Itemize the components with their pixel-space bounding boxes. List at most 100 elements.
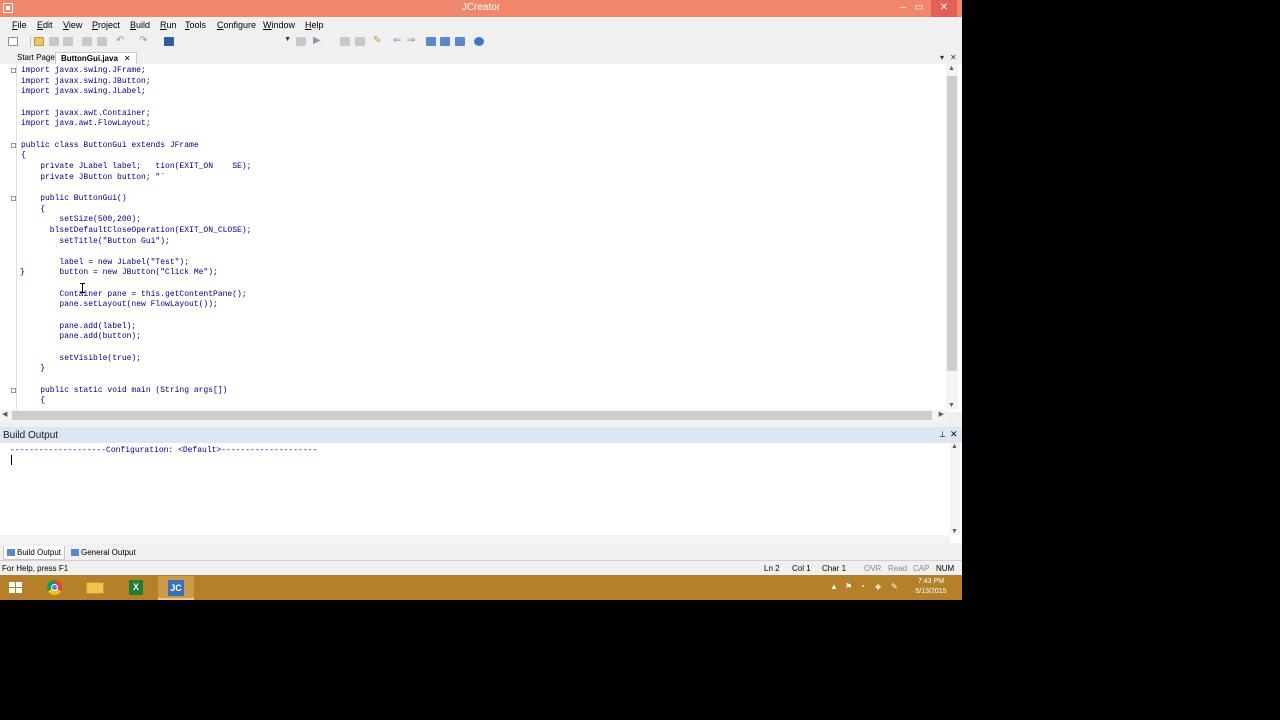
scroll-thumb[interactable] — [947, 76, 957, 371]
menu-tools[interactable]: Tools — [185, 20, 206, 30]
text-caret — [11, 455, 12, 465]
scroll-up-icon[interactable]: ▲ — [948, 65, 955, 72]
open-folder-icon[interactable] — [34, 37, 44, 46]
tab-general-output[interactable]: General Output — [68, 546, 139, 559]
find-in-files-icon[interactable] — [296, 37, 306, 46]
windows-logo-icon — [9, 582, 23, 594]
build-output-header: Build Output ⊥ ✕ — [0, 427, 962, 443]
back-icon[interactable]: ⇐ — [393, 35, 405, 46]
help-icon[interactable] — [474, 37, 484, 46]
tab-label: ButtonGui.java — [61, 54, 118, 63]
start-button[interactable] — [0, 576, 36, 600]
menu-configure[interactable]: Configure — [217, 20, 256, 30]
flag-icon[interactable]: ⚑ — [845, 582, 852, 591]
scroll-down-icon[interactable]: ▼ — [951, 528, 958, 535]
scroll-up-icon[interactable]: ▲ — [951, 443, 958, 450]
pin-icon[interactable]: ⊥ — [939, 430, 946, 439]
save-all-icon[interactable] — [63, 37, 73, 46]
taskbar-file-explorer[interactable] — [77, 576, 113, 600]
menu-bar: File Edit View Project Build Run Tools C… — [0, 17, 962, 32]
scroll-left-icon[interactable]: ◀ — [2, 410, 7, 418]
status-read: Read — [888, 564, 908, 573]
taskbar-chrome[interactable] — [37, 576, 73, 600]
status-cap: CAP — [913, 564, 930, 573]
menu-view[interactable]: View — [63, 20, 82, 30]
status-column: Col 1 — [792, 564, 811, 573]
close-window-button[interactable]: ✕ — [931, 0, 957, 17]
title-bar: JCreator – ▭ ✕ — [0, 0, 962, 17]
status-num: NUM — [936, 564, 955, 573]
code-editor[interactable]: import javax.swing.JFrame; import javax.… — [0, 64, 962, 412]
clock-date: 5/13/2015 — [915, 588, 947, 595]
clock-time: 7:43 PM — [917, 578, 945, 585]
editor-horizontal-scrollbar[interactable]: ◀ ▶ — [0, 410, 946, 422]
package-view-icon[interactable] — [440, 37, 450, 46]
taskbar-excel[interactable]: X — [118, 576, 154, 600]
status-line: Ln 2 — [764, 564, 780, 573]
close-icon[interactable]: ✕ — [124, 54, 131, 63]
find-icon[interactable] — [164, 37, 174, 46]
copy-icon[interactable] — [97, 37, 107, 46]
status-ovr: OVR — [864, 564, 882, 573]
class-view-icon[interactable] — [455, 37, 465, 46]
search-combo[interactable]: ▼ — [178, 36, 292, 47]
menu-build[interactable]: Build — [130, 20, 150, 30]
taskbar-jcreator[interactable]: JC — [158, 576, 194, 600]
status-help-text: For Help, press F1 — [2, 564, 69, 573]
new-file-icon[interactable] — [8, 37, 18, 46]
chevron-down-icon[interactable]: ▼ — [284, 36, 291, 43]
fold-toggle-icon[interactable] — [11, 196, 16, 201]
tab-list-icon[interactable]: ▾ — [940, 53, 944, 62]
undo-icon[interactable]: ↶ — [116, 35, 128, 46]
code-text[interactable]: import javax.swing.JFrame; import javax.… — [21, 66, 251, 407]
scroll-right-icon[interactable]: ▶ — [939, 410, 944, 418]
build-output-text: --------------------Configuration: <Defa… — [10, 446, 318, 455]
forward-icon[interactable]: ⇒ — [407, 35, 419, 46]
output-vertical-scrollbar[interactable]: ▲ ▼ — [950, 443, 960, 535]
window-title: JCreator — [461, 2, 501, 13]
editor-tab-strip: Start Page ButtonGui.java ✕ ▾ ✕ — [0, 51, 962, 65]
show-hidden-icon[interactable]: ▲ — [830, 582, 838, 591]
tab-start-page[interactable]: Start Page — [12, 52, 60, 64]
status-bar: For Help, press F1 Ln 2 Col 1 Char 1 OVR… — [0, 560, 962, 575]
scroll-thumb[interactable] — [12, 411, 932, 420]
network-icon[interactable]: ◔ — [860, 582, 865, 591]
folder-icon — [86, 582, 104, 594]
taskbar-clock[interactable]: 7:43 PM 5/13/2015 — [908, 577, 954, 597]
output-horizontal-scrollbar[interactable] — [0, 535, 950, 543]
compile-icon[interactable] — [340, 37, 350, 46]
menu-project[interactable]: Project — [92, 20, 120, 30]
maximize-button[interactable]: ▭ — [909, 0, 929, 17]
file-view-icon[interactable] — [426, 37, 436, 46]
fold-toggle-icon[interactable] — [11, 143, 16, 148]
jcreator-icon: JC — [168, 580, 184, 596]
chrome-icon — [47, 580, 62, 595]
output-tab-strip: Build Output General Output — [0, 544, 962, 560]
status-char: Char 1 — [822, 564, 847, 573]
toolbar-separator — [30, 37, 31, 47]
scroll-down-icon[interactable]: ▼ — [948, 402, 955, 409]
build-project-icon[interactable] — [355, 37, 365, 46]
text-cursor-icon — [80, 283, 85, 293]
close-icon[interactable]: ✕ — [950, 429, 958, 440]
build-output-panel[interactable]: --------------------Configuration: <Defa… — [0, 443, 962, 543]
menu-edit[interactable]: Edit — [37, 20, 53, 30]
jcreator-window: JCreator – ▭ ✕ File Edit View Project Bu… — [0, 0, 962, 600]
wand-icon[interactable]: ✎ — [373, 35, 385, 46]
menu-help[interactable]: Help — [305, 20, 324, 30]
fold-toggle-icon[interactable] — [11, 388, 16, 393]
save-icon[interactable] — [49, 37, 59, 46]
fold-toggle-icon[interactable] — [11, 68, 16, 73]
volume-icon[interactable]: ◈ — [875, 582, 881, 591]
menu-file[interactable]: File — [12, 20, 27, 30]
editor-vertical-scrollbar[interactable]: ▲ ▼ — [946, 64, 958, 410]
redo-icon[interactable]: ↷ — [139, 35, 151, 46]
pen-icon[interactable]: ✎ — [891, 582, 898, 591]
menu-run[interactable]: Run — [160, 20, 177, 30]
tab-build-output[interactable]: Build Output — [3, 546, 66, 560]
cut-icon[interactable] — [82, 37, 92, 46]
close-all-icon[interactable]: ✕ — [950, 53, 957, 62]
menu-window[interactable]: Window — [263, 20, 295, 30]
run-icon[interactable]: ▶ — [313, 35, 325, 46]
stray-brace: } — [20, 268, 25, 277]
